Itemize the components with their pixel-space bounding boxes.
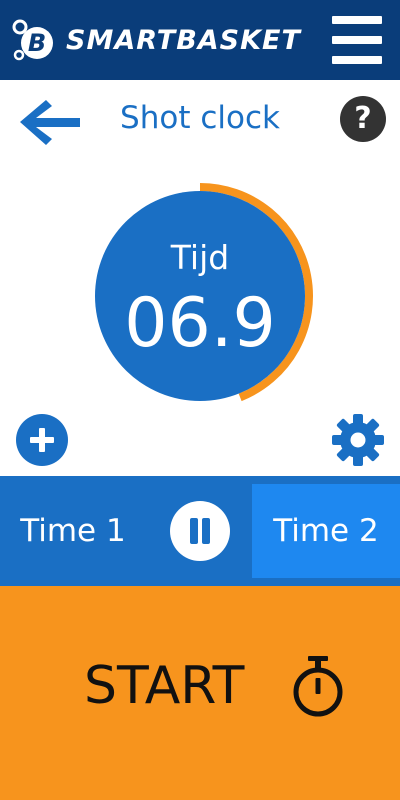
- shot-clock-display: Tijd 06.9: [80, 180, 320, 412]
- question-mark-icon: ?: [354, 101, 372, 136]
- pause-button[interactable]: [170, 501, 230, 561]
- app-header: B SMARTBASKET: [0, 0, 400, 80]
- menu-button[interactable]: [330, 14, 384, 66]
- start-label: START: [84, 656, 245, 716]
- arrow-left-icon: [20, 100, 80, 145]
- clock-time-value: 06.9: [124, 284, 276, 363]
- page-title: Shot clock: [120, 100, 280, 136]
- add-time-button[interactable]: [16, 414, 68, 466]
- stopwatch-icon: [293, 656, 343, 717]
- clock-label: Tijd: [170, 238, 230, 277]
- settings-button[interactable]: [330, 412, 386, 468]
- help-button[interactable]: ?: [340, 96, 386, 142]
- shot-clock-screen: B SMARTBASKET Shot clock ? Tijd 06.9 Tim…: [0, 0, 400, 800]
- back-button[interactable]: [18, 96, 82, 148]
- smartbasket-logo-icon: B: [12, 19, 53, 61]
- start-button[interactable]: START: [0, 586, 400, 800]
- gear-icon: [332, 414, 384, 466]
- logo-letter: B: [28, 29, 46, 57]
- period-selector: Time 1 Time 2: [0, 476, 400, 586]
- plus-icon: [30, 428, 54, 452]
- tab-time-1[interactable]: Time 1: [0, 484, 146, 578]
- brand-name: SMARTBASKET: [66, 25, 301, 56]
- tab-time-2[interactable]: Time 2: [252, 484, 400, 578]
